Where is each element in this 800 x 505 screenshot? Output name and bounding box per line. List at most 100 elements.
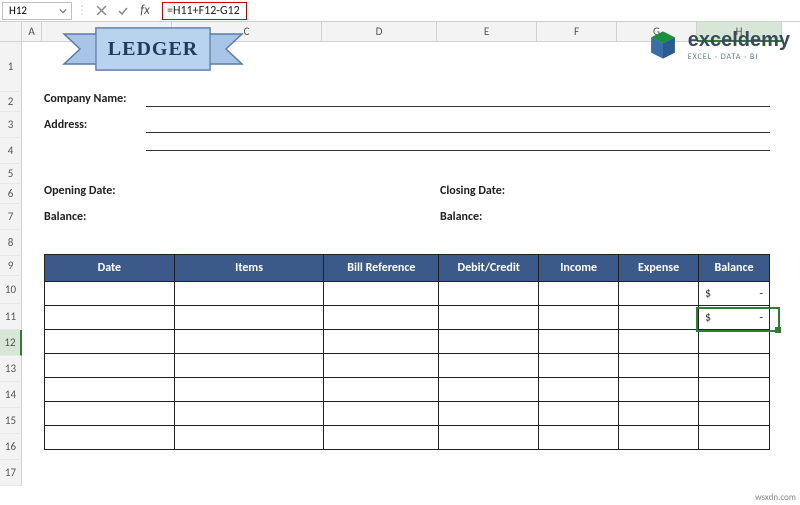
row-header-8[interactable]: 8 [0, 230, 22, 256]
table-row [45, 378, 770, 402]
row-header-14[interactable]: 14 [0, 382, 22, 408]
table-cell[interactable] [45, 426, 175, 450]
name-box[interactable]: H12 [2, 2, 72, 20]
table-cell[interactable] [324, 402, 439, 426]
fx-icon[interactable]: fx [136, 2, 154, 20]
table-cell[interactable] [539, 378, 619, 402]
table-cell[interactable] [174, 402, 324, 426]
table-cell[interactable]: $- [699, 282, 770, 306]
formula-input[interactable]: =H11+F12-G12 [158, 2, 798, 20]
table-cell[interactable] [539, 426, 619, 450]
row-header-11[interactable]: 11 [0, 304, 22, 330]
row-header-15[interactable]: 15 [0, 408, 22, 434]
table-cell[interactable] [439, 306, 539, 330]
row-header-9[interactable]: 9 [0, 256, 22, 276]
table-cell[interactable] [324, 426, 439, 450]
table-row [45, 354, 770, 378]
table-row [45, 402, 770, 426]
balance-value: - [759, 311, 763, 325]
table-cell[interactable] [619, 402, 699, 426]
closing-date-label: Closing Date: [440, 184, 505, 198]
table-cell[interactable] [45, 330, 175, 354]
col-balance: Balance [699, 255, 770, 282]
table-cell[interactable] [324, 354, 439, 378]
currency-symbol: $ [705, 311, 711, 325]
table-cell[interactable] [324, 306, 439, 330]
table-cell[interactable] [699, 354, 770, 378]
opening-date-label: Opening Date: [44, 184, 116, 198]
table-cell[interactable] [45, 282, 175, 306]
table-cell[interactable] [539, 282, 619, 306]
table-cell[interactable] [324, 330, 439, 354]
table-cell[interactable] [619, 354, 699, 378]
table-cell[interactable] [699, 402, 770, 426]
table-cell[interactable] [619, 378, 699, 402]
table-cell[interactable] [539, 330, 619, 354]
table-cell[interactable] [539, 306, 619, 330]
balance-right-label: Balance: [440, 210, 482, 224]
table-cell[interactable] [45, 402, 175, 426]
table-cell[interactable] [45, 378, 175, 402]
col-header-D[interactable]: D [322, 22, 437, 42]
table-cell[interactable]: $- [699, 306, 770, 330]
table-cell[interactable] [324, 282, 439, 306]
cancel-formula-icon[interactable] [92, 2, 110, 20]
row-header-7[interactable]: 7 [0, 204, 22, 230]
table-cell[interactable] [439, 330, 539, 354]
table-cell[interactable] [174, 282, 324, 306]
table-cell[interactable] [439, 378, 539, 402]
table-cell[interactable] [45, 306, 175, 330]
address-line-2 [146, 150, 770, 151]
row-header-17[interactable]: 17 [0, 460, 22, 486]
table-cell[interactable] [324, 378, 439, 402]
table-cell[interactable] [439, 402, 539, 426]
table-cell[interactable] [699, 378, 770, 402]
brand-tagline: EXCEL · DATA · BI [688, 52, 790, 62]
col-header-A[interactable]: A [22, 22, 42, 42]
table-cell[interactable] [174, 354, 324, 378]
table-cell[interactable] [45, 354, 175, 378]
row-header-6[interactable]: 6 [0, 184, 22, 204]
currency-symbol: $ [705, 287, 711, 301]
table-cell[interactable] [174, 378, 324, 402]
col-header-E[interactable]: E [437, 22, 537, 42]
row-header-16[interactable]: 16 [0, 434, 22, 460]
row-header-13[interactable]: 13 [0, 356, 22, 382]
table-cell[interactable] [699, 426, 770, 450]
select-all-corner[interactable] [0, 22, 22, 42]
table-cell[interactable] [174, 426, 324, 450]
table-cell[interactable] [619, 330, 699, 354]
row-header-3[interactable]: 3 [0, 112, 22, 138]
company-name-label: Company Name: [44, 92, 127, 106]
row-header-5[interactable]: 5 [0, 164, 22, 184]
table-cell[interactable] [699, 330, 770, 354]
table-cell[interactable] [619, 306, 699, 330]
col-header-F[interactable]: F [537, 22, 617, 42]
active-cell-ref: H12 [9, 4, 27, 17]
formula-text: =H11+F12-G12 [167, 4, 240, 18]
table-cell[interactable] [439, 426, 539, 450]
table-cell[interactable] [539, 402, 619, 426]
table-cell[interactable] [439, 354, 539, 378]
table-cell[interactable] [539, 354, 619, 378]
table-header-row: DateItemsBill ReferenceDebit/CreditIncom… [45, 255, 770, 282]
row-header-12[interactable]: 12 [0, 330, 22, 356]
confirm-formula-icon[interactable] [114, 2, 132, 20]
row-header-4[interactable]: 4 [0, 138, 22, 164]
ledger-title: LEDGER [58, 26, 248, 72]
ledger-ribbon: LEDGER [58, 26, 248, 72]
row-header-10[interactable]: 10 [0, 276, 22, 304]
table-cell[interactable] [439, 282, 539, 306]
table-cell[interactable] [174, 330, 324, 354]
col-date: Date [45, 255, 175, 282]
table-row [45, 330, 770, 354]
balance-value: - [759, 287, 763, 301]
table-cell[interactable] [174, 306, 324, 330]
row-header-1[interactable]: 1 [0, 42, 22, 92]
ledger-table: DateItemsBill ReferenceDebit/CreditIncom… [44, 254, 770, 450]
chevron-down-icon [59, 7, 67, 15]
brand-name: exceldemy [688, 29, 790, 52]
table-cell[interactable] [619, 426, 699, 450]
row-header-2[interactable]: 2 [0, 92, 22, 112]
table-cell[interactable] [619, 282, 699, 306]
